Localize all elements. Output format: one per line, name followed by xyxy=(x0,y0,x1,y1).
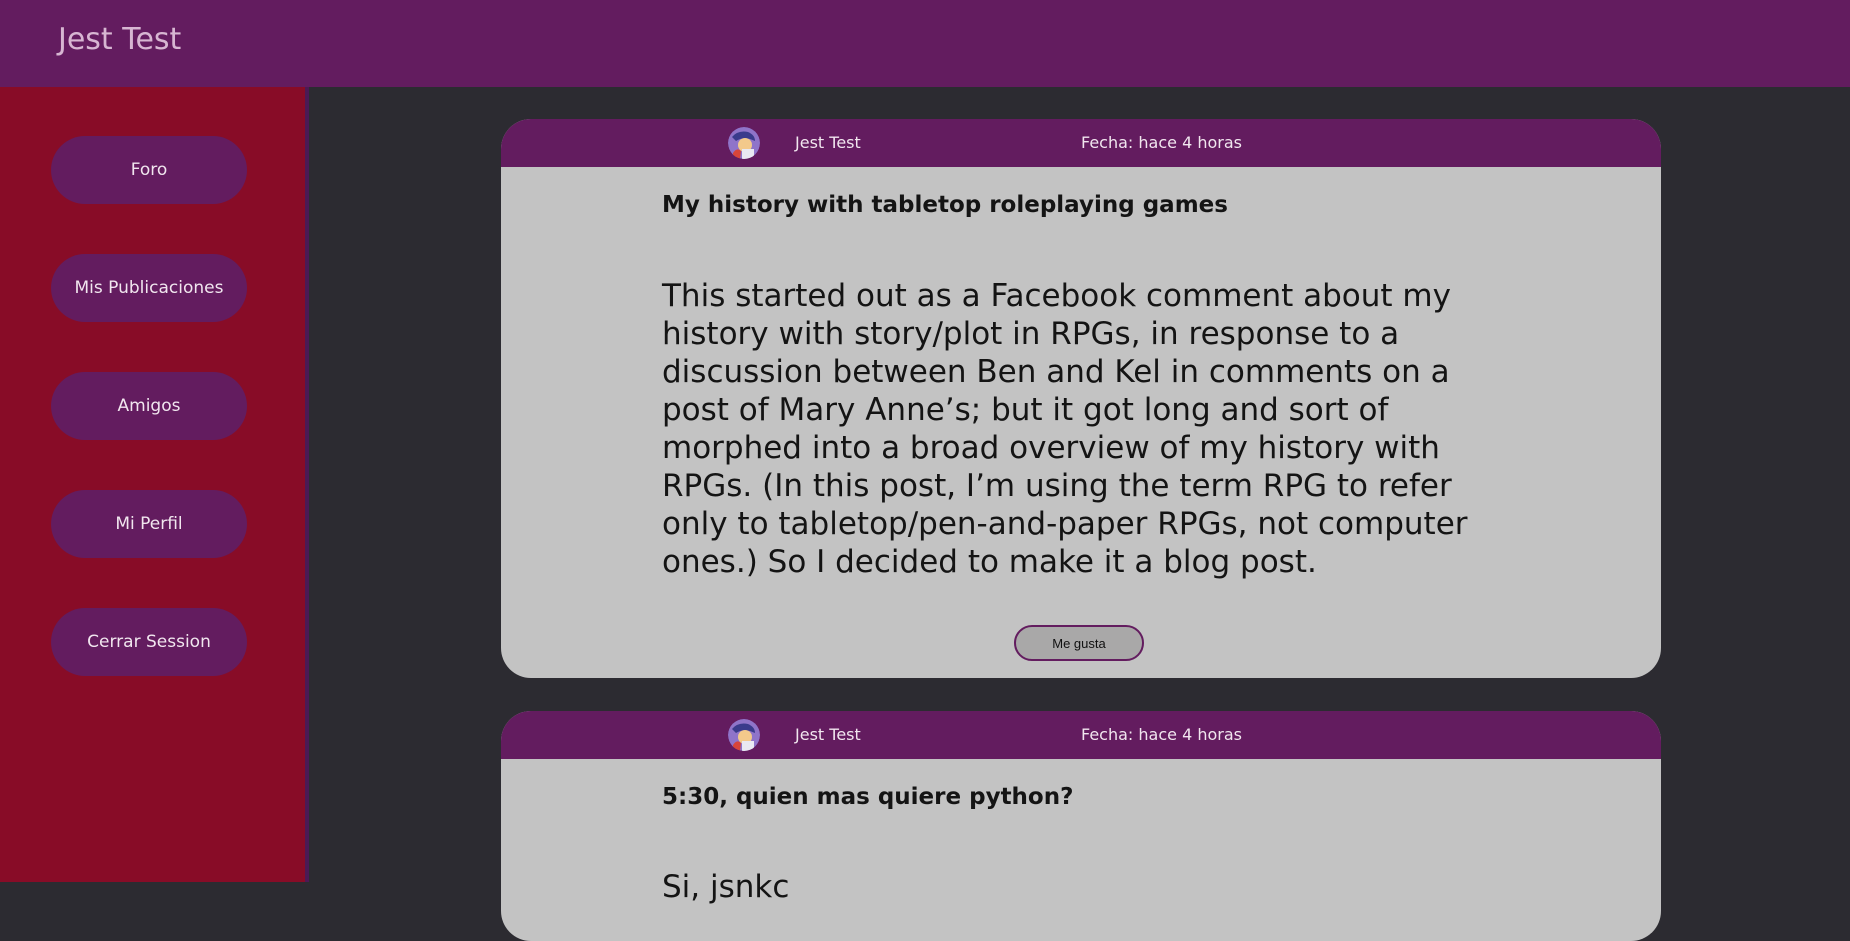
post-author[interactable]: Jest Test xyxy=(795,711,861,759)
post-date: Fecha: hace 4 horas xyxy=(1081,133,1242,152)
post-header: Jest Test Fecha: hace 4 horas xyxy=(501,711,1661,759)
sidebar: Foro Mis Publicaciones Amigos Mi Perfil … xyxy=(0,87,309,882)
nav-button-cerrar-session[interactable]: Cerrar Session xyxy=(51,608,247,676)
post-body: Si, jsnkc xyxy=(662,869,790,905)
post-header: Jest Test Fecha: hace 4 horas xyxy=(501,119,1661,167)
nav-button-mi-perfil[interactable]: Mi Perfil xyxy=(51,490,247,558)
post-title: 5:30, quien mas quiere python? xyxy=(662,784,1074,810)
post-date: Fecha: hace 4 horas xyxy=(1081,725,1242,744)
user-avatar-icon[interactable] xyxy=(728,719,760,751)
post-title: My history with tabletop roleplaying gam… xyxy=(662,192,1228,218)
top-bar: Jest Test xyxy=(0,0,1850,87)
app-title: Jest Test xyxy=(58,22,182,57)
post-card: Jest Test Fecha: hace 4 horas 5:30, quie… xyxy=(501,711,1661,941)
user-avatar-icon[interactable] xyxy=(728,127,760,159)
nav-button-mis-publicaciones[interactable]: Mis Publicaciones xyxy=(51,254,247,322)
nav-button-foro[interactable]: Foro xyxy=(51,136,247,204)
post-body: This started out as a Facebook comment a… xyxy=(662,278,1468,580)
post-author[interactable]: Jest Test xyxy=(795,119,861,167)
nav-button-amigos[interactable]: Amigos xyxy=(51,372,247,440)
post-card: Jest Test Fecha: hace 4 horas My history… xyxy=(501,119,1661,678)
like-button[interactable]: Me gusta xyxy=(1014,625,1144,661)
